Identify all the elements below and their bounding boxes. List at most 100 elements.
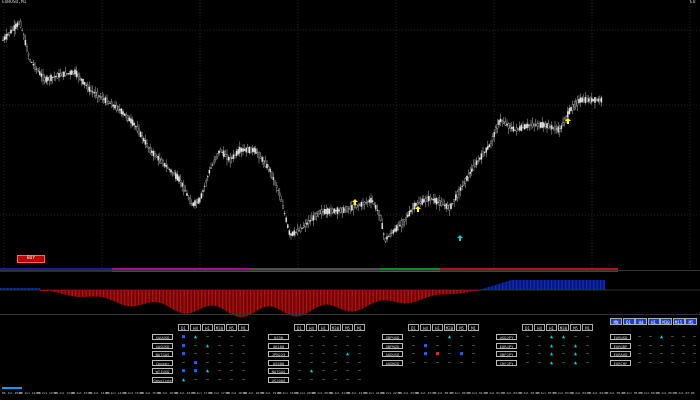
candle-body bbox=[157, 155, 159, 161]
symbol-button[interactable]: GBPUSD bbox=[382, 334, 403, 340]
timeframe-header[interactable]: M1 bbox=[468, 324, 479, 331]
symbol-button[interactable]: NATGAS bbox=[152, 351, 173, 357]
histogram-bar bbox=[520, 280, 522, 290]
timeframe-header[interactable]: D1 bbox=[622, 318, 635, 325]
symbol-button[interactable]: NATGAS bbox=[268, 368, 289, 374]
trend-cell: – bbox=[321, 334, 325, 340]
symbol-button[interactable]: EURUSD bbox=[610, 334, 631, 340]
histogram-bar bbox=[304, 290, 306, 315]
timeframe-header[interactable]: M5 bbox=[342, 324, 353, 331]
trend-cell: – bbox=[447, 351, 451, 357]
histogram-bar bbox=[77, 290, 79, 297]
symbol-button[interactable]: USDJPY bbox=[496, 334, 517, 340]
symbol-button[interactable]: Copper bbox=[152, 359, 173, 366]
timeframe-header[interactable]: M30 bbox=[444, 324, 455, 331]
symbol-button[interactable]: AUDNZD bbox=[382, 359, 403, 366]
timeframe-header[interactable]: H1 bbox=[647, 318, 660, 325]
histogram-bar bbox=[422, 290, 424, 300]
candle-body bbox=[525, 124, 527, 129]
histogram-bar bbox=[504, 281, 506, 290]
symbol-button[interactable]: EURCHF bbox=[610, 359, 631, 366]
symbol-button[interactable]: US2000 bbox=[268, 376, 289, 383]
symbol-button[interactable]: XAGUSD bbox=[152, 342, 173, 349]
timeframe-header[interactable]: D1 bbox=[294, 324, 305, 331]
trend-cell: – bbox=[525, 334, 529, 340]
histogram-bar bbox=[427, 290, 429, 297]
buy-button[interactable]: BUY bbox=[17, 255, 45, 263]
candle-body bbox=[298, 230, 300, 232]
timeframe-header[interactable]: H4 bbox=[190, 324, 201, 331]
trend-cell: ▲ bbox=[549, 334, 553, 340]
timeframe-header[interactable]: H4 bbox=[534, 324, 545, 331]
candle-body bbox=[499, 118, 502, 122]
symbol-button[interactable]: US500 bbox=[268, 359, 289, 366]
timeframe-header[interactable]: MN bbox=[610, 318, 622, 325]
symbol-button[interactable]: XAUUSD bbox=[152, 334, 173, 340]
symbol-button[interactable]: Gasoline bbox=[152, 376, 173, 383]
timeframe-header[interactable]: M30 bbox=[214, 324, 225, 331]
histogram-bar bbox=[426, 290, 428, 298]
histogram-bar bbox=[593, 280, 594, 290]
timeframe-header[interactable]: H1 bbox=[318, 324, 329, 331]
histogram-bar bbox=[338, 290, 340, 308]
timeframe-header[interactable]: D1 bbox=[178, 324, 189, 331]
candle-body bbox=[447, 205, 449, 209]
candle-body bbox=[328, 208, 331, 214]
histogram-bar bbox=[349, 290, 351, 312]
histogram-bar bbox=[80, 290, 82, 298]
symbol-button[interactable]: EURJPY bbox=[496, 342, 517, 349]
candle-body bbox=[539, 122, 542, 128]
timeframe-header[interactable]: D1 bbox=[408, 324, 419, 331]
symbol-button[interactable]: UK100 bbox=[268, 342, 289, 349]
histogram-bar bbox=[135, 290, 137, 307]
timeframe-header[interactable]: H1 bbox=[202, 324, 213, 331]
candle-body bbox=[131, 119, 134, 126]
trend-cell: – bbox=[217, 334, 221, 340]
symbol-button[interactable]: EURGBP bbox=[610, 342, 631, 349]
symbol-button[interactable]: CHFJPY bbox=[496, 359, 517, 366]
candle-body bbox=[296, 229, 299, 234]
trend-cell: – bbox=[217, 376, 221, 383]
candle-body bbox=[39, 71, 41, 75]
timeframe-header[interactable]: M1 bbox=[582, 324, 593, 331]
candle-body bbox=[176, 174, 179, 181]
timeframe-header[interactable]: M30 bbox=[330, 324, 341, 331]
timeframe-header[interactable]: H4 bbox=[420, 324, 431, 331]
trend-cell: – bbox=[333, 368, 337, 374]
histogram-bar bbox=[544, 280, 545, 290]
scrollbar-handle[interactable] bbox=[2, 387, 22, 389]
timeframe-header[interactable]: M5 bbox=[226, 324, 237, 331]
timeframe-header[interactable]: M5 bbox=[570, 324, 581, 331]
timeframe-header[interactable]: M30 bbox=[558, 324, 569, 331]
histogram-bar bbox=[402, 290, 404, 304]
symbol-button[interactable]: AUDUSD bbox=[382, 351, 403, 357]
candle-body bbox=[591, 97, 593, 103]
price-chart[interactable] bbox=[0, 0, 700, 400]
timeframe-header[interactable]: M5 bbox=[456, 324, 467, 331]
symbol-button[interactable]: GBPNZD bbox=[382, 342, 403, 349]
symbol-button[interactable]: US30 bbox=[268, 334, 289, 340]
timeframe-header[interactable]: H1 bbox=[546, 324, 557, 331]
trend-cell: – bbox=[205, 376, 209, 383]
histogram-bar bbox=[444, 290, 446, 295]
symbol-button[interactable]: WTIUSD bbox=[152, 368, 173, 374]
timeframe-header[interactable]: H1 bbox=[432, 324, 443, 331]
timeframe-header[interactable]: M1 bbox=[354, 324, 365, 331]
symbol-button[interactable]: GBPJPY bbox=[496, 351, 517, 357]
timeframe-header[interactable]: D1 bbox=[522, 324, 533, 331]
histogram-bar bbox=[457, 290, 459, 294]
timeframe-header[interactable]: M15 bbox=[672, 318, 685, 325]
timeframe-header[interactable]: M30 bbox=[660, 318, 672, 325]
timeframe-header[interactable]: H4 bbox=[635, 318, 647, 325]
symbol-button[interactable]: JPN225 bbox=[268, 351, 289, 357]
timeframe-header[interactable]: M1 bbox=[238, 324, 249, 331]
candle-body bbox=[271, 171, 273, 178]
timeframe-header[interactable]: H4 bbox=[306, 324, 317, 331]
histogram-bar bbox=[598, 280, 600, 290]
candle-body bbox=[339, 207, 342, 213]
histogram-bar bbox=[163, 290, 165, 305]
timeframe-header[interactable]: M5 bbox=[685, 318, 697, 325]
symbol-button[interactable]: EURAUD bbox=[610, 351, 631, 357]
candle-body bbox=[173, 173, 175, 176]
histogram-bar bbox=[461, 290, 463, 294]
